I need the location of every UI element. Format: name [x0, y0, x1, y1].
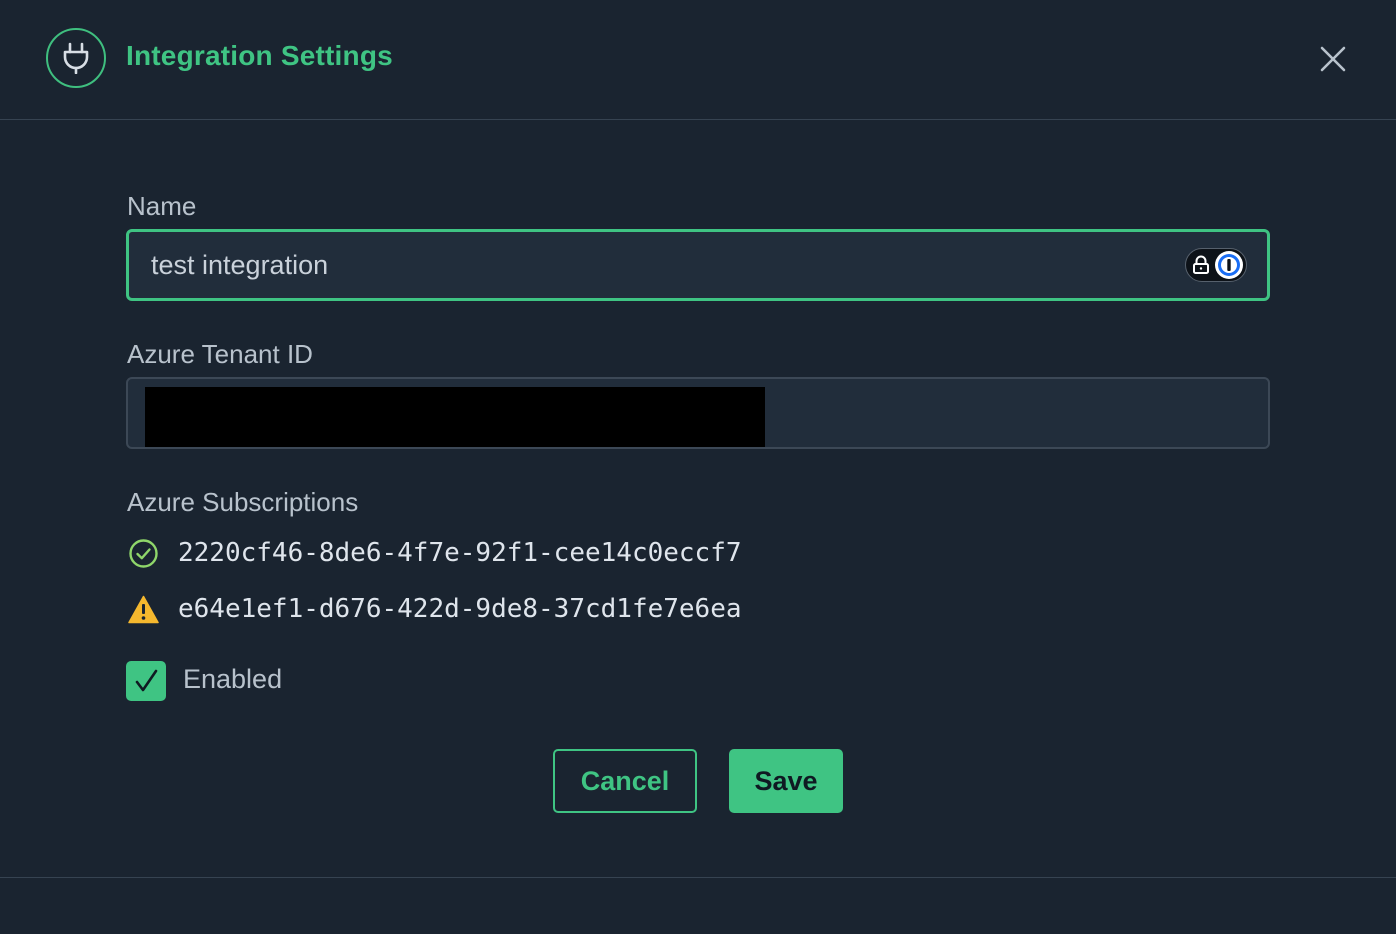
- enabled-label[interactable]: Enabled: [183, 664, 282, 695]
- redacted-tenant-value: [145, 387, 765, 447]
- checkmark-icon: [135, 669, 158, 692]
- dialog-title: Integration Settings: [126, 40, 393, 71]
- enabled-checkbox[interactable]: [126, 661, 166, 701]
- subscription-item: e64e1ef1-d676-422d-9de8-37cd1fe7e6ea: [128, 592, 742, 626]
- dialog-header: Integration Settings: [0, 0, 1396, 120]
- tenant-label: Azure Tenant ID: [127, 339, 313, 369]
- name-input[interactable]: test integration: [126, 229, 1270, 301]
- subscription-id: e64e1ef1-d676-422d-9de8-37cd1fe7e6ea: [178, 594, 742, 624]
- integration-settings-dialog: Integration Settings Name test integrati…: [0, 0, 1396, 934]
- plug-icon: [46, 28, 106, 88]
- tenant-id-input[interactable]: [126, 377, 1270, 449]
- name-label: Name: [127, 191, 197, 221]
- footer-divider: [0, 877, 1396, 878]
- lock-icon: [1193, 255, 1209, 274]
- close-button[interactable]: [1314, 40, 1352, 78]
- subscriptions-label: Azure Subscriptions: [127, 487, 359, 517]
- subscription-item: 2220cf46-8de6-4f7e-92f1-cee14c0eccf7: [128, 536, 742, 570]
- save-button[interactable]: Save: [729, 749, 843, 813]
- warning-icon: [128, 595, 159, 623]
- close-icon: [1320, 46, 1346, 72]
- check-circle-icon: [129, 538, 158, 568]
- 1password-icon: [1215, 251, 1243, 279]
- cancel-button[interactable]: Cancel: [553, 749, 697, 813]
- subscription-id: 2220cf46-8de6-4f7e-92f1-cee14c0eccf7: [178, 538, 742, 568]
- name-input-value[interactable]: test integration: [151, 250, 328, 281]
- password-manager-button[interactable]: [1185, 248, 1247, 282]
